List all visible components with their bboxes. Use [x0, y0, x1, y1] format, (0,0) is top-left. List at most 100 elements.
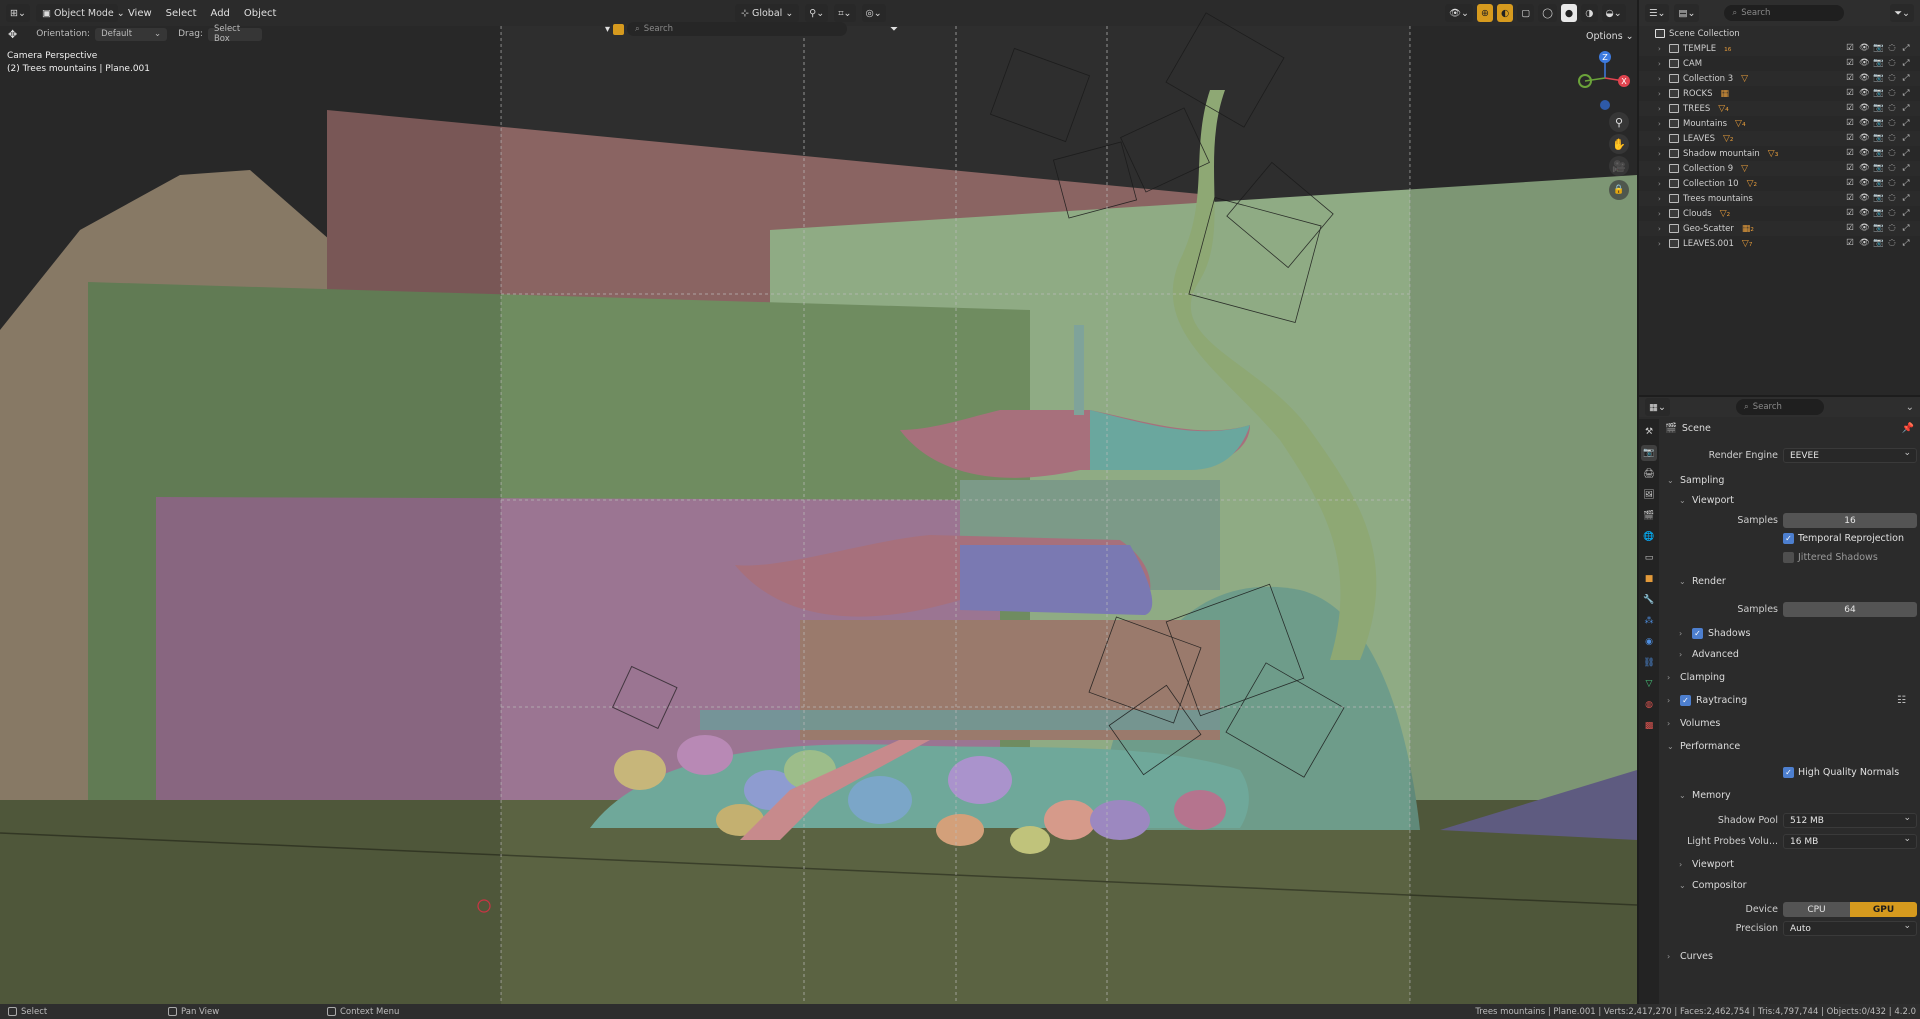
camera-render-icon[interactable]: 📷: [1873, 118, 1884, 128]
menu-view[interactable]: View: [124, 8, 156, 19]
eye-icon[interactable]: 👁: [1859, 148, 1870, 158]
memory-subsection[interactable]: ⌄ Memory: [1679, 790, 1731, 801]
eye-icon[interactable]: 👁: [1859, 103, 1870, 113]
drag-dropdown[interactable]: Select Box: [207, 24, 262, 44]
visibility-button[interactable]: 👁⌄: [1445, 4, 1474, 22]
curves-section[interactable]: › Curves: [1667, 951, 1713, 962]
indirect-only-icon[interactable]: ⤢: [1901, 208, 1911, 218]
holdout-icon[interactable]: ◌: [1887, 103, 1897, 113]
holdout-icon[interactable]: ◌: [1887, 133, 1897, 143]
indirect-only-icon[interactable]: ⤢: [1901, 148, 1911, 158]
holdout-icon[interactable]: ◌: [1887, 208, 1897, 218]
holdout-icon[interactable]: ◌: [1887, 118, 1897, 128]
device-cpu-button[interactable]: CPU: [1783, 902, 1850, 917]
camera-render-icon[interactable]: 📷: [1873, 58, 1884, 68]
camera-render-icon[interactable]: 📷: [1873, 133, 1884, 143]
outliner-item[interactable]: › ROCKS ▦ ☑ 👁 📷 ◌ ⤢: [1639, 86, 1920, 101]
exclude-checkbox-icon[interactable]: ☑: [1845, 148, 1855, 158]
indirect-only-icon[interactable]: ⤢: [1901, 43, 1911, 53]
view-layer-tab-icon[interactable]: 🖼: [1641, 487, 1657, 503]
eye-icon[interactable]: 👁: [1859, 58, 1870, 68]
world-tab-icon[interactable]: 🌐: [1641, 529, 1657, 545]
physics-tab-icon[interactable]: ◉: [1641, 634, 1657, 650]
indirect-only-icon[interactable]: ⤢: [1901, 73, 1911, 83]
texture-tab-icon[interactable]: ▩: [1641, 718, 1657, 734]
indirect-only-icon[interactable]: ⤢: [1901, 103, 1911, 113]
indirect-only-icon[interactable]: ⤢: [1901, 118, 1911, 128]
indirect-only-icon[interactable]: ⤢: [1901, 238, 1911, 248]
render-engine-dropdown[interactable]: EEVEE: [1783, 448, 1917, 463]
particles-tab-icon[interactable]: ⁂: [1641, 613, 1657, 629]
options-dropdown[interactable]: Options ⌄: [1580, 27, 1637, 45]
collection-tab-icon[interactable]: ▭: [1641, 550, 1657, 566]
render-samples-field[interactable]: 64: [1783, 602, 1917, 617]
camera-render-icon[interactable]: 📷: [1873, 193, 1884, 203]
outliner-filter-button[interactable]: ⏷⌄: [1890, 4, 1914, 22]
transform-orientation-dropdown[interactable]: ⊹ Global ⌄: [735, 4, 800, 22]
shadows-checkbox[interactable]: ✓: [1692, 628, 1703, 639]
chevron-right-icon[interactable]: ›: [1658, 210, 1666, 218]
chevron-right-icon[interactable]: ›: [1658, 45, 1666, 53]
outliner-root[interactable]: Scene Collection: [1639, 26, 1920, 41]
shadow-pool-dropdown[interactable]: 512 MB: [1783, 813, 1917, 828]
shadows-subsection[interactable]: › ✓ Shadows: [1679, 628, 1750, 639]
indirect-only-icon[interactable]: ⤢: [1901, 58, 1911, 68]
exclude-checkbox-icon[interactable]: ☑: [1845, 43, 1855, 53]
camera-render-icon[interactable]: 📷: [1873, 178, 1884, 188]
gizmo-toggle[interactable]: ⊕: [1477, 4, 1493, 22]
outliner-item[interactable]: › TREES ▽₄ ☑ 👁 📷 ◌ ⤢: [1639, 101, 1920, 116]
precision-dropdown[interactable]: Auto: [1783, 921, 1917, 936]
editor-type-button[interactable]: ⊞ ⌄: [6, 4, 30, 22]
chevron-right-icon[interactable]: ›: [1658, 150, 1666, 158]
device-gpu-button[interactable]: GPU: [1850, 902, 1917, 917]
exclude-checkbox-icon[interactable]: ☑: [1845, 163, 1855, 173]
eye-icon[interactable]: 👁: [1859, 73, 1870, 83]
scene-render[interactable]: [0, 0, 1637, 1004]
eye-icon[interactable]: 👁: [1859, 43, 1870, 53]
menu-select[interactable]: Select: [162, 8, 201, 19]
mode-dropdown[interactable]: ▣ Object Mode ⌄: [35, 4, 125, 22]
indirect-only-icon[interactable]: ⤢: [1901, 193, 1911, 203]
indirect-only-icon[interactable]: ⤢: [1901, 223, 1911, 233]
chevron-right-icon[interactable]: ›: [1658, 75, 1666, 83]
shading-rendered[interactable]: ◒⌄: [1601, 4, 1626, 22]
holdout-icon[interactable]: ◌: [1887, 238, 1897, 248]
3d-viewport[interactable]: ⊞ ⌄ ▣ Object Mode ⌄ View Select Add Objec…: [0, 0, 1637, 1004]
raytracing-checkbox[interactable]: ✓: [1680, 695, 1691, 706]
outliner-item[interactable]: › Shadow mountain ▽₃ ☑ 👁 📷 ◌ ⤢: [1639, 146, 1920, 161]
holdout-icon[interactable]: ◌: [1887, 163, 1897, 173]
camera-render-icon[interactable]: 📷: [1873, 163, 1884, 173]
volumes-section[interactable]: › Volumes: [1667, 718, 1720, 729]
outliner-item[interactable]: › Clouds ▽₂ ☑ 👁 📷 ◌ ⤢: [1639, 206, 1920, 221]
raytracing-section[interactable]: › ✓ Raytracing: [1667, 695, 1747, 706]
performance-section[interactable]: ⌄ Performance: [1667, 741, 1740, 752]
menu-add[interactable]: Add: [207, 8, 234, 19]
indirect-only-icon[interactable]: ⤢: [1901, 178, 1911, 188]
outliner-editor-type[interactable]: ☰⌄: [1645, 4, 1670, 22]
outliner-item[interactable]: › Collection 3 ▽ ☑ 👁 📷 ◌ ⤢: [1639, 71, 1920, 86]
exclude-checkbox-icon[interactable]: ☑: [1845, 103, 1855, 113]
pan-hand-icon[interactable]: ✋: [1609, 134, 1629, 154]
chevron-right-icon[interactable]: ›: [1658, 165, 1666, 173]
orientation-dropdown[interactable]: Default ⌄: [95, 27, 168, 41]
zoom-icon[interactable]: ⚲: [1609, 112, 1629, 132]
sampling-section[interactable]: ⌄ Sampling: [1667, 475, 1724, 486]
display-mode-dropdown[interactable]: ▤⌄: [1674, 4, 1700, 22]
pin-icon[interactable]: 📌: [1902, 423, 1914, 434]
chevron-right-icon[interactable]: ›: [1658, 90, 1666, 98]
exclude-checkbox-icon[interactable]: ☑: [1845, 133, 1855, 143]
shading-solid[interactable]: ●: [1560, 4, 1578, 22]
holdout-icon[interactable]: ◌: [1887, 58, 1897, 68]
clamping-section[interactable]: › Clamping: [1667, 672, 1725, 683]
outliner-item[interactable]: › LEAVES ▽₂ ☑ 👁 📷 ◌ ⤢: [1639, 131, 1920, 146]
camera-render-icon[interactable]: 📷: [1873, 238, 1884, 248]
outliner-item[interactable]: › Collection 9 ▽ ☑ 👁 📷 ◌ ⤢: [1639, 161, 1920, 176]
chevron-right-icon[interactable]: ›: [1658, 120, 1666, 128]
tool-tab-icon[interactable]: ⚒: [1641, 424, 1657, 440]
indirect-only-icon[interactable]: ⤢: [1901, 88, 1911, 98]
sampling-render-subsection[interactable]: ⌄ Render: [1679, 576, 1726, 587]
eye-icon[interactable]: 👁: [1859, 88, 1870, 98]
outliner-item[interactable]: › Mountains ▽₄ ☑ 👁 📷 ◌ ⤢: [1639, 116, 1920, 131]
indirect-only-icon[interactable]: ⤢: [1901, 163, 1911, 173]
modifier-tab-icon[interactable]: 🔧: [1641, 592, 1657, 608]
